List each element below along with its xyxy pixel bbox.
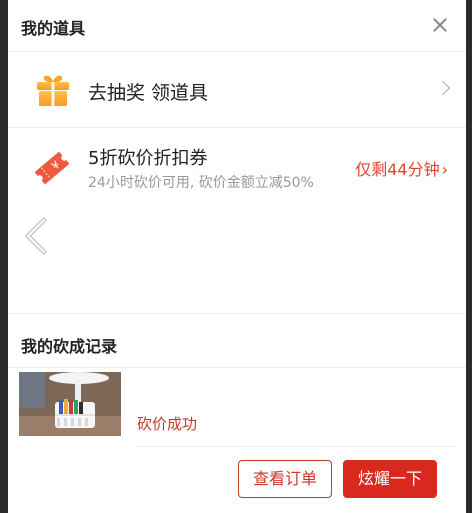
- records-title: 我的砍成记录: [21, 337, 118, 356]
- sheet-title: 我的道具: [21, 19, 86, 38]
- props-sheet: 我的道具 去抽奖 领道具 ¥ 5折砍价折扣券 24小时砍价可用, 砍价金额立减5…: [8, 0, 466, 513]
- coupon-remaining-link[interactable]: 仅剩44分钟 ›: [355, 156, 448, 180]
- records-section-header: 我的砍成记录: [8, 314, 466, 368]
- coupon-subtitle: 24小时砍价可用, 砍价金额立减50%: [88, 175, 314, 191]
- gift-icon: [37, 75, 69, 106]
- chevron-left-icon[interactable]: [22, 216, 52, 256]
- product-thumbnail[interactable]: [19, 372, 121, 436]
- draw-lottery-label: 去抽奖 领道具: [88, 82, 209, 104]
- record-status: 砍价成功: [137, 415, 198, 433]
- close-icon[interactable]: [426, 11, 454, 39]
- product-image: [19, 372, 121, 436]
- chevron-right-icon: [435, 80, 451, 96]
- ticket-icon: ¥: [34, 151, 70, 185]
- record-item: 砍价成功 查看订单 炫耀一下: [8, 368, 466, 512]
- draw-lottery-row[interactable]: 去抽奖 领道具: [8, 52, 466, 128]
- show-off-button[interactable]: 炫耀一下: [343, 460, 437, 498]
- coupon-title: 5折砍价折扣券: [88, 148, 208, 169]
- page-backdrop-right: [466, 0, 472, 513]
- coupon-remaining-text: 仅剩44分钟: [355, 160, 440, 179]
- view-order-button[interactable]: 查看订单: [238, 460, 332, 498]
- chevron-right-icon: ›: [441, 160, 448, 179]
- discount-coupon-card: ¥ 5折砍价折扣券 24小时砍价可用, 砍价金额立减50% 仅剩44分钟 ›: [8, 128, 466, 314]
- sheet-header: 我的道具: [8, 0, 466, 52]
- record-divider: [136, 446, 456, 447]
